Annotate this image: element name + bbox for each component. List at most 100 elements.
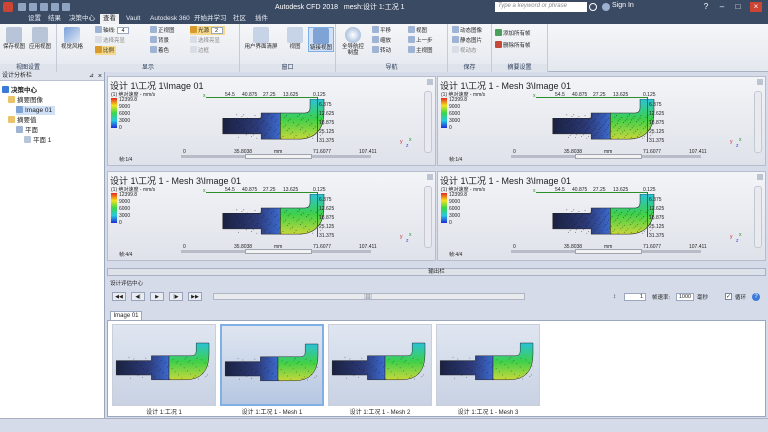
visual-style-button[interactable]: 视觉风格: [61, 27, 83, 50]
navigation-bar[interactable]: [754, 91, 762, 153]
slider-thumb[interactable]: |||: [364, 294, 372, 300]
add-all-frames-button[interactable]: 添加所有帧: [495, 29, 531, 38]
frame-rate-unit: 毫秒: [697, 295, 709, 301]
result-view-3[interactable]: 设计 1\工况 1 - Mesh 3\Image 01 (1) 绝对速度 - mm…: [107, 171, 436, 261]
top-tick-label: 54.5: [555, 187, 565, 193]
search-input[interactable]: Type a keyword or phrase: [495, 2, 587, 12]
navigation-bar[interactable]: [424, 91, 432, 153]
tab-decision-center[interactable]: 决策中心: [69, 14, 95, 24]
help-menu-icon[interactable]: ?: [700, 2, 712, 12]
home-view-button[interactable]: 主视图: [408, 46, 433, 55]
tree-node-planes[interactable]: 平面: [16, 126, 38, 135]
outline-button[interactable]: 边框: [190, 46, 209, 55]
tab-community[interactable]: 社区: [233, 14, 246, 24]
frame-slider[interactable]: |||: [213, 293, 525, 300]
navigation-bar[interactable]: [754, 186, 762, 248]
search-icon[interactable]: [589, 3, 597, 11]
pan-button[interactable]: 平移: [372, 26, 391, 35]
axis-label-x-top: x: [533, 188, 536, 194]
static-image-button[interactable]: 静态图片: [452, 36, 482, 45]
tab-image-01[interactable]: Image 01: [110, 311, 142, 320]
tab-vault[interactable]: Vault: [126, 14, 140, 24]
close-panel-icon[interactable]: ×: [98, 72, 102, 81]
previous-frame-button[interactable]: ◀|: [131, 292, 145, 301]
navigation-bar[interactable]: [424, 186, 432, 248]
shaded-button[interactable]: 着色: [150, 46, 169, 55]
last-frame-button[interactable]: ▶▶: [188, 292, 202, 301]
tab-addins[interactable]: 插件: [255, 14, 268, 24]
ribbon-panel-window: 用户界面清屏 视图 链接视图 窗口: [240, 24, 336, 72]
tab-getting-started[interactable]: 开始并学习: [194, 14, 227, 24]
tree-node-summary-values[interactable]: 摘要值: [8, 116, 37, 125]
legend-value: 9000: [119, 104, 131, 110]
zoom-button[interactable]: 缩放: [372, 36, 391, 45]
full-navigation-wheel-button[interactable]: 全导航控制盘: [340, 27, 366, 56]
scale-button[interactable]: 比例: [95, 46, 117, 55]
axis-count-select[interactable]: 4: [117, 27, 130, 34]
user-interface-button[interactable]: 用户界面清屏: [243, 27, 279, 50]
background-button[interactable]: 背景: [150, 36, 169, 45]
ribbon: 保存视图 应用视图 视图设置 视觉风格 轴线: 4 选择亮显 比例 正视图 背景…: [0, 24, 768, 72]
view-maximize-icon[interactable]: [757, 79, 763, 85]
tab-setup[interactable]: 设置: [28, 14, 41, 24]
frame-number-input[interactable]: 1: [624, 293, 646, 301]
redo-icon[interactable]: [62, 3, 70, 11]
frame-spin-icon[interactable]: ↕: [613, 294, 616, 300]
next-frame-button[interactable]: |▶: [169, 292, 183, 301]
tab-view[interactable]: 查看: [100, 14, 119, 24]
delete-all-frames-button[interactable]: 删除所有帧: [495, 41, 531, 50]
design-study-bar: 设计分析栏 ⊿ × 决策中心 摘要图像 Image 01 摘要值 平面 平面 1: [0, 72, 105, 418]
tree-node-image-01[interactable]: Image 01: [16, 106, 56, 115]
close-icon[interactable]: ×: [750, 2, 762, 12]
save-view-button[interactable]: 保存视图: [3, 27, 25, 50]
signin-link[interactable]: Sign In: [612, 2, 634, 9]
select-highlight-button-2[interactable]: 选择亮显: [190, 36, 220, 45]
output-bar[interactable]: 输出栏: [107, 268, 766, 276]
tree-node-decision-center[interactable]: 决策中心: [2, 86, 37, 95]
tab-results[interactable]: 结果: [48, 14, 61, 24]
gallery-thumbnail[interactable]: [220, 324, 324, 406]
link-views-button[interactable]: 链接视图: [308, 27, 334, 52]
animated-image-button[interactable]: 动态图像: [452, 26, 482, 35]
light-select[interactable]: 2: [210, 27, 223, 34]
tree-node-summary-images[interactable]: 摘要图像: [8, 96, 43, 105]
open-icon[interactable]: [29, 3, 37, 11]
view-maximize-icon[interactable]: [427, 79, 433, 85]
apply-view-button[interactable]: 应用视图: [29, 27, 51, 50]
result-view-2[interactable]: 设计 1\工况 1 - Mesh 3\Image 01 (1) 绝对速度 - mm…: [437, 76, 766, 166]
axis-count-control[interactable]: 轴线: 4: [95, 26, 130, 35]
pin-icon[interactable]: ⊿: [89, 72, 94, 81]
play-button[interactable]: ▶: [150, 292, 164, 301]
frame-rate-input[interactable]: 1000: [676, 293, 694, 301]
legend-value: 3000: [449, 213, 461, 219]
dynamic-view-button[interactable]: 视动态: [452, 46, 477, 55]
undo-icon[interactable]: [51, 3, 59, 11]
light-control[interactable]: 光源 2: [190, 26, 225, 35]
view-maximize-icon[interactable]: [427, 174, 433, 180]
new-icon[interactable]: [18, 3, 26, 11]
minimize-icon[interactable]: –: [716, 2, 728, 12]
previous-view-button[interactable]: 上一步: [408, 36, 433, 45]
tab-autodesk-360[interactable]: Autodesk 360: [150, 14, 190, 24]
save-icon[interactable]: [40, 3, 48, 11]
view-layout-button[interactable]: 视图: [284, 27, 306, 50]
front-view-button[interactable]: 正视图: [150, 26, 175, 35]
result-view-1[interactable]: 设计 1\工况 1\Image 01 (1) 绝对速度 - mm/s 12399.8…: [107, 76, 436, 166]
tree-node-plane-1[interactable]: 平面 1: [24, 136, 51, 145]
selection-highlight-button[interactable]: 选择亮显: [95, 36, 125, 45]
gallery-thumbnail[interactable]: [436, 324, 540, 406]
gallery-thumbnail[interactable]: [112, 324, 216, 406]
view-button[interactable]: 视图: [408, 26, 427, 35]
loop-checkbox[interactable]: ✓: [725, 293, 732, 300]
orbit-button[interactable]: 转动: [372, 46, 391, 55]
view-maximize-icon[interactable]: [757, 174, 763, 180]
maximize-icon[interactable]: □: [732, 2, 744, 12]
help-icon[interactable]: ?: [752, 293, 760, 301]
top-ruler: [536, 97, 648, 98]
gallery-thumbnail[interactable]: [328, 324, 432, 406]
first-frame-button[interactable]: ◀◀: [112, 292, 126, 301]
result-view-4[interactable]: 设计 1\工况 1 - Mesh 3\Image 01 (1) 绝对速度 - mm…: [437, 171, 766, 261]
app-menu-icon[interactable]: [3, 2, 13, 12]
frame-rate-label: 帧速率:: [652, 295, 671, 301]
legend-colorbar: [111, 98, 117, 128]
